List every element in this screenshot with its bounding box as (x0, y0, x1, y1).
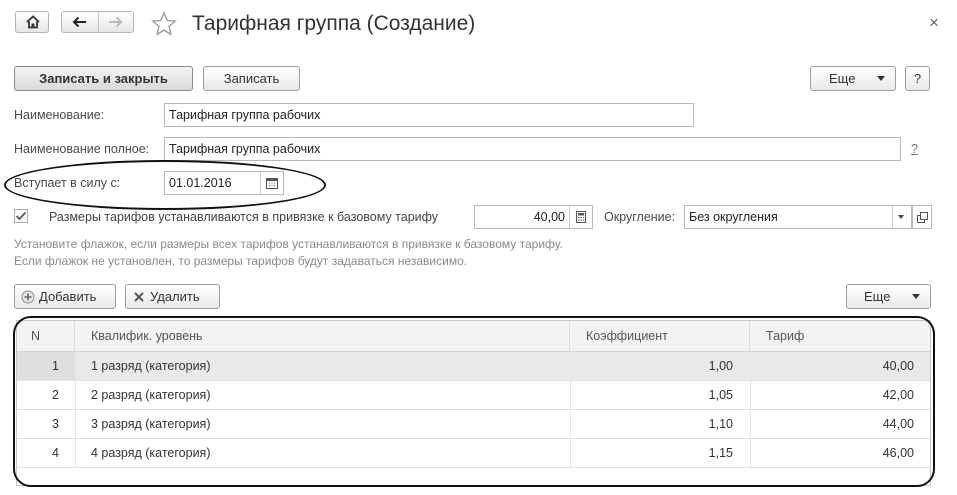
name-field[interactable]: Тарифная группа рабочих (164, 103, 694, 127)
rounding-dropdown-button[interactable] (892, 206, 911, 228)
base-tariff-checkbox[interactable] (14, 209, 28, 223)
chevron-down-icon (898, 215, 904, 219)
open-form-icon (916, 211, 928, 223)
column-header-level[interactable]: Квалифик. уровень (75, 321, 570, 352)
full-name-help-link[interactable]: ? (911, 142, 918, 156)
more-actions-label: Еще (829, 71, 856, 86)
table-row[interactable]: 4 4 разряд (категория) 1,15 46,00 (17, 439, 930, 468)
base-tariff-checkbox-label: Размеры тарифов устанавливаются в привяз… (49, 210, 439, 224)
effective-date-field[interactable]: 01.01.2016 (164, 171, 284, 195)
tariff-cell: 46,00 (882, 446, 914, 460)
level-cell: 1 разряд (категория) (91, 359, 211, 373)
help-label: ? (913, 71, 922, 86)
home-button[interactable] (15, 11, 49, 33)
dropdown-arrow-icon (877, 76, 885, 81)
base-tariff-value: 40,00 (533, 210, 565, 224)
row-number: 3 (52, 417, 59, 431)
add-icon (21, 290, 35, 303)
delete-row-button[interactable]: Удалить (125, 284, 220, 309)
rounding-open-button[interactable] (912, 205, 932, 229)
hint-line-1: Установите флажок, если размеры всех тар… (14, 237, 563, 251)
favorite-star-icon[interactable] (150, 11, 178, 37)
arrow-right-icon (109, 16, 123, 28)
level-cell: 2 разряд (категория) (91, 388, 211, 402)
back-button[interactable] (62, 12, 99, 32)
tariff-cell: 40,00 (882, 359, 914, 373)
column-header-coefficient[interactable]: Коэффициент (570, 321, 750, 352)
effective-date-value: 01.01.2016 (169, 176, 232, 190)
coefficient-cell: 1,10 (708, 417, 733, 431)
full-name-value: Тарифная группа рабочих (169, 142, 321, 156)
checkmark-icon (15, 211, 27, 221)
name-label: Наименование: (14, 108, 105, 122)
coefficient-cell: 1,15 (708, 446, 733, 460)
column-header-level-label: Квалифик. уровень (91, 329, 203, 343)
forward-button[interactable] (98, 12, 134, 32)
table-row[interactable]: 1 1 разряд (категория) 1,00 40,00 (17, 352, 930, 381)
more-actions-button[interactable]: Еще (810, 66, 896, 91)
calculator-button[interactable] (569, 206, 592, 228)
add-row-button[interactable]: Добавить (14, 284, 116, 309)
table-row[interactable]: 2 2 разряд (категория) 1,05 42,00 (17, 381, 930, 410)
column-header-n-label: N (31, 329, 41, 343)
full-name-field[interactable]: Тарифная группа рабочих (164, 137, 901, 161)
help-button[interactable]: ? (905, 66, 930, 91)
level-cell: 3 разряд (категория) (91, 417, 211, 431)
column-header-n[interactable]: N (17, 321, 75, 352)
save-and-close-label: Записать и закрыть (39, 71, 168, 86)
row-number: 2 (52, 388, 59, 402)
arrow-left-icon (72, 16, 86, 28)
tariff-table: N Квалифик. уровень Коэффициент Тариф 1 … (16, 320, 931, 486)
hint-line-2: Если флажок не установлен, то размеры та… (14, 254, 468, 268)
table-row[interactable]: 3 3 разряд (категория) 1,10 44,00 (17, 410, 930, 439)
delete-row-label: Удалить (150, 289, 200, 304)
add-row-label: Добавить (39, 289, 97, 304)
tariff-cell: 44,00 (882, 417, 914, 431)
dropdown-arrow-icon (912, 294, 920, 299)
close-icon[interactable]: × (929, 13, 939, 33)
full-name-label: Наименование полное: (14, 142, 150, 156)
rounding-select[interactable]: Без округления (684, 205, 912, 229)
base-tariff-field[interactable]: 40,00 (474, 205, 593, 229)
table-more-button[interactable]: Еще (846, 284, 931, 309)
save-label: Записать (223, 71, 280, 86)
save-button[interactable]: Записать (203, 66, 300, 91)
effective-date-label: Вступает в силу с: (14, 176, 121, 190)
coefficient-cell: 1,00 (708, 359, 733, 373)
column-header-tariff[interactable]: Тариф (750, 321, 930, 352)
coefficient-cell: 1,05 (708, 388, 733, 402)
tariff-cell: 42,00 (882, 388, 914, 402)
calendar-icon (266, 177, 278, 189)
home-icon (26, 15, 40, 29)
column-header-coefficient-label: Коэффициент (586, 329, 668, 343)
nav-back-forward-group (61, 11, 134, 33)
rounding-value: Без округления (689, 210, 778, 224)
rounding-label: Округление: (604, 210, 676, 224)
calendar-button[interactable] (260, 172, 283, 194)
level-cell: 4 разряд (категория) (91, 446, 211, 460)
row-number: 1 (52, 359, 59, 373)
calculator-icon (576, 211, 586, 223)
table-more-label: Еще (864, 289, 891, 304)
save-and-close-button[interactable]: Записать и закрыть (14, 66, 193, 91)
column-header-tariff-label: Тариф (766, 329, 805, 343)
page-title: Тарифная группа (Создание) (192, 12, 476, 35)
delete-icon (134, 291, 144, 302)
row-number: 4 (52, 446, 59, 460)
name-value: Тарифная группа рабочих (169, 108, 321, 122)
